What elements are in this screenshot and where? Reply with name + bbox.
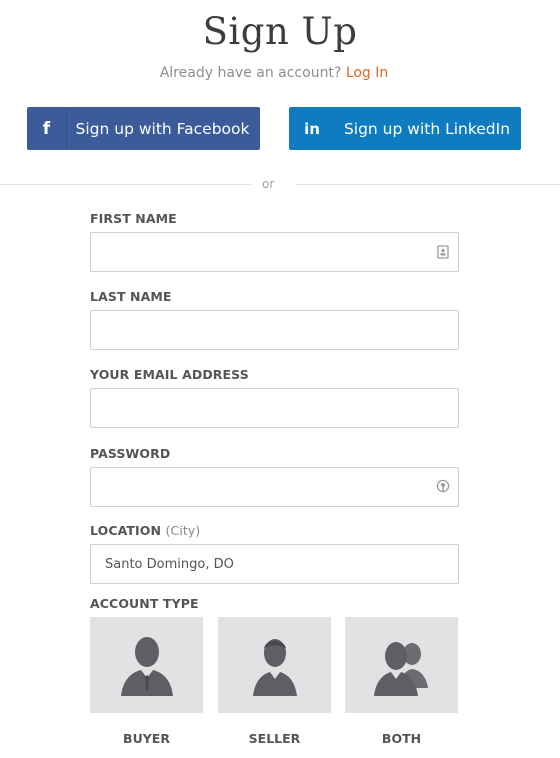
both-avatars-icon — [373, 642, 428, 696]
facebook-signup-label: Sign up with Facebook — [75, 119, 250, 138]
account-type-seller-option[interactable] — [218, 617, 331, 713]
password-field[interactable] — [90, 467, 459, 507]
location-hint: (City) — [165, 523, 201, 538]
email-label: YOUR EMAIL ADDRESS — [90, 367, 249, 382]
login-prompt-text: Already have an account? — [159, 65, 342, 81]
first-name-label: FIRST NAME — [90, 211, 177, 226]
login-prompt: Already have an account? Log In — [0, 65, 548, 81]
linkedin-signup-label: Sign up with LinkedIn — [343, 119, 511, 138]
password-key-icon[interactable] — [436, 479, 450, 493]
location-label-text: LOCATION — [90, 523, 162, 538]
divider-left — [0, 184, 252, 185]
linkedin-signup-button[interactable]: in Sign up with LinkedIn — [289, 107, 521, 150]
account-type-seller-label[interactable]: SELLER — [218, 731, 331, 746]
linkedin-icon: in — [304, 119, 320, 138]
buyer-avatar-icon — [120, 637, 173, 696]
facebook-icon: f — [27, 107, 67, 150]
account-type-both-label[interactable]: BOTH — [345, 731, 458, 746]
location-field[interactable] — [90, 544, 459, 584]
divider-right — [296, 184, 560, 185]
account-type-buyer-option[interactable] — [90, 617, 203, 713]
email-field[interactable] — [90, 388, 459, 428]
page-title: Sign Up — [202, 10, 358, 53]
account-type-label: ACCOUNT TYPE — [90, 596, 199, 611]
account-type-buyer-label[interactable]: BUYER — [90, 731, 203, 746]
divider-or-text: or — [262, 177, 275, 191]
seller-avatar-icon — [252, 639, 297, 696]
last-name-field[interactable] — [90, 310, 459, 350]
login-link[interactable]: Log In — [346, 65, 388, 81]
last-name-label: LAST NAME — [90, 289, 172, 304]
password-label: PASSWORD — [90, 446, 171, 461]
first-name-field[interactable] — [90, 232, 459, 272]
facebook-signup-button[interactable]: f Sign up with Facebook — [27, 107, 260, 150]
account-type-both-option[interactable] — [345, 617, 458, 713]
location-label: LOCATION (City) — [90, 523, 200, 538]
contact-card-icon[interactable] — [436, 245, 450, 259]
